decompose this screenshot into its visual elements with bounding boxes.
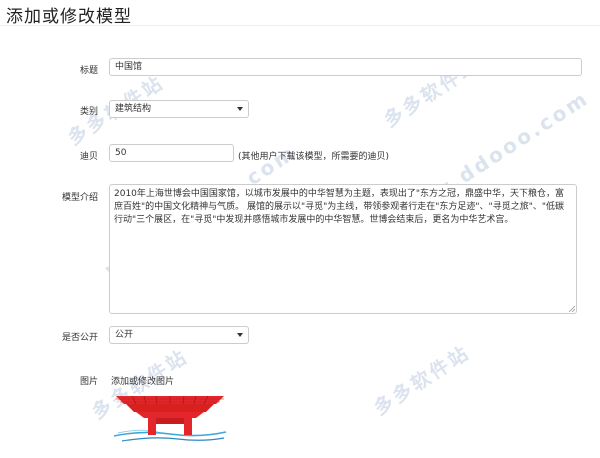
model-image bbox=[113, 395, 227, 442]
intro-textarea[interactable]: 2010年上海世博会中国国家馆，以城市发展中的中华智慧为主题，表现出了"东方之冠… bbox=[109, 184, 577, 314]
public-select[interactable]: 公开 bbox=[109, 326, 249, 344]
points-input[interactable]: 50 bbox=[109, 144, 234, 162]
public-selected-value: 公开 bbox=[115, 330, 134, 340]
page-title: 添加或修改模型 bbox=[6, 7, 132, 27]
points-hint: (其他用户下载该模型，所需要的迪贝) bbox=[238, 152, 390, 162]
intro-text: 2010年上海世博会中国国家馆，以城市发展中的中华智慧为主题，表现出了"东方之冠… bbox=[114, 189, 565, 225]
chevron-down-icon bbox=[237, 107, 243, 111]
edit-image-link[interactable]: 添加或修改图片 bbox=[111, 374, 174, 387]
category-selected-value: 建筑结构 bbox=[115, 104, 152, 114]
resize-handle-icon[interactable] bbox=[568, 305, 575, 312]
intro-label: 模型介绍 bbox=[61, 193, 98, 203]
public-label: 是否公开 bbox=[61, 333, 98, 343]
category-label: 类别 bbox=[79, 107, 98, 117]
title-divider bbox=[0, 25, 600, 26]
chevron-down-icon bbox=[237, 333, 243, 337]
category-select[interactable]: 建筑结构 bbox=[109, 100, 249, 118]
points-label: 迪贝 bbox=[79, 152, 98, 162]
watermark-brand: 多多软件站 bbox=[370, 341, 475, 420]
image-label: 图片 bbox=[79, 377, 98, 387]
title-input[interactable]: 中国馆 bbox=[109, 58, 582, 76]
title-label: 标题 bbox=[79, 66, 98, 76]
